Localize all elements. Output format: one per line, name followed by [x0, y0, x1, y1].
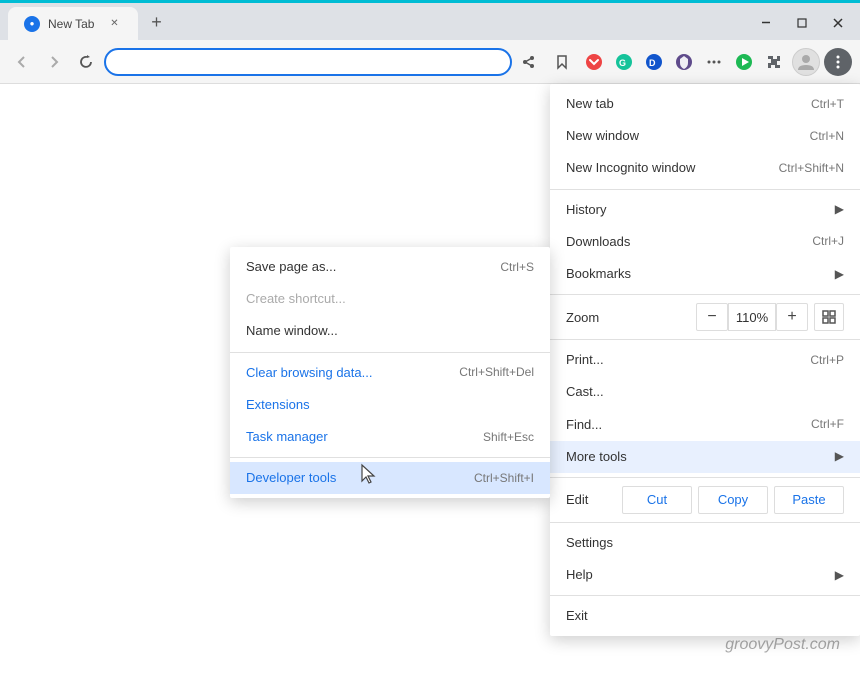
pocket-icon[interactable] [580, 48, 608, 76]
menu-item-help[interactable]: Help ▶ [550, 559, 860, 591]
forward-button[interactable] [40, 48, 68, 76]
sub-separator-2 [230, 457, 550, 458]
menu-item-history[interactable]: History ▶ [550, 194, 860, 226]
profile-button[interactable] [792, 48, 820, 76]
menu-item-settings[interactable]: Settings [550, 527, 860, 559]
menu-item-new-tab[interactable]: New tab Ctrl+T [550, 88, 860, 120]
menu-item-cast[interactable]: Cast... [550, 376, 860, 408]
zoom-control-row: Zoom − 110% + [550, 299, 860, 335]
separator-5 [550, 522, 860, 523]
separator-4 [550, 477, 860, 478]
tab-favicon: ● [24, 16, 40, 32]
window-controls [752, 11, 852, 35]
share-icon[interactable] [516, 48, 544, 76]
music-icon[interactable] [730, 48, 758, 76]
menu-item-more-tools[interactable]: More tools ▶ [550, 441, 860, 473]
separator-6 [550, 595, 860, 596]
main-dropdown-menu: New tab Ctrl+T New window Ctrl+N New Inc… [550, 84, 860, 636]
chrome-menu-button[interactable] [824, 48, 852, 76]
restore-button[interactable] [788, 11, 816, 35]
edit-paste-button[interactable]: Paste [774, 486, 844, 514]
submenu-item-name-window[interactable]: Name window... [230, 315, 550, 347]
edit-cut-button[interactable]: Cut [622, 486, 692, 514]
minimize-button[interactable] [752, 11, 780, 35]
zoom-minus-button[interactable]: − [696, 303, 728, 331]
address-bar[interactable] [104, 48, 512, 76]
menu-item-new-incognito[interactable]: New Incognito window Ctrl+Shift+N [550, 152, 860, 184]
close-button[interactable] [824, 11, 852, 35]
menu-item-new-window[interactable]: New window Ctrl+N [550, 120, 860, 152]
submenu-item-save-page[interactable]: Save page as... Ctrl+S [230, 251, 550, 283]
menu-item-find[interactable]: Find... Ctrl+F [550, 409, 860, 441]
separator-1 [550, 189, 860, 190]
tab-close-button[interactable]: ✕ [106, 16, 122, 32]
svg-text:G: G [619, 58, 626, 68]
zoom-plus-button[interactable]: + [776, 303, 808, 331]
active-tab[interactable]: ● New Tab ✕ [8, 7, 138, 40]
menu-item-bookmarks[interactable]: Bookmarks ▶ [550, 258, 860, 290]
submenu-item-task-manager[interactable]: Task manager Shift+Esc [230, 421, 550, 453]
separator-3 [550, 339, 860, 340]
edit-control-row: Edit Cut Copy Paste [550, 482, 860, 518]
submenu-item-developer-tools[interactable]: Developer tools Ctrl+Shift+I [230, 462, 550, 494]
reload-button[interactable] [72, 48, 100, 76]
back-button[interactable] [8, 48, 36, 76]
more-tools-submenu: Save page as... Ctrl+S Create shortcut..… [230, 247, 550, 498]
menu-item-downloads[interactable]: Downloads Ctrl+J [550, 226, 860, 258]
submenu-item-extensions[interactable]: Extensions [230, 389, 550, 421]
zoom-fullscreen-button[interactable] [814, 303, 844, 331]
new-tab-button[interactable]: + [142, 8, 170, 36]
sub-separator-1 [230, 352, 550, 353]
tab-label: New Tab [48, 17, 94, 31]
extension-icons: G D [580, 48, 788, 76]
menu-item-exit[interactable]: Exit [550, 600, 860, 632]
guardian-icon[interactable] [670, 48, 698, 76]
dashlane-icon[interactable]: D [640, 48, 668, 76]
separator-2 [550, 294, 860, 295]
watermark: groovyPost.com [725, 636, 840, 654]
tab-bar: ● New Tab ✕ + [0, 3, 860, 40]
extensions-icon[interactable] [760, 48, 788, 76]
edit-copy-button[interactable]: Copy [698, 486, 768, 514]
menu-item-print[interactable]: Print... Ctrl+P [550, 344, 860, 376]
submenu-item-create-shortcut[interactable]: Create shortcut... [230, 283, 550, 315]
svg-text:D: D [649, 58, 656, 68]
grammarly-icon[interactable]: G [610, 48, 638, 76]
bookmark-icon[interactable] [548, 48, 576, 76]
zoom-value: 110% [728, 303, 776, 331]
ext-dots-icon[interactable] [700, 48, 728, 76]
submenu-item-clear-data[interactable]: Clear browsing data... Ctrl+Shift+Del [230, 357, 550, 389]
